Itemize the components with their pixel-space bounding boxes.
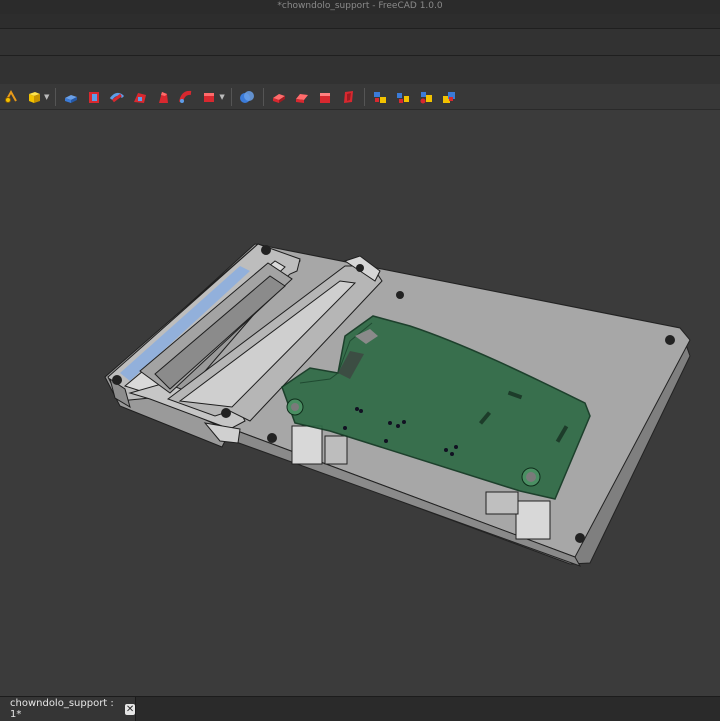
fillet-icon[interactable] bbox=[270, 88, 288, 106]
chevron-down-icon[interactable]: ▼ bbox=[44, 93, 49, 101]
toolbar-separator bbox=[363, 87, 365, 106]
close-icon[interactable]: ✕ bbox=[125, 703, 135, 715]
toolbar-row-empty-2 bbox=[0, 56, 720, 85]
toolbar-separator bbox=[230, 87, 232, 106]
toolbar-row-empty-1 bbox=[0, 29, 720, 56]
sweep-icon[interactable] bbox=[177, 88, 195, 106]
sketch-attach-icon[interactable] bbox=[2, 88, 20, 106]
window-title: *chowndolo_support - FreeCAD 1.0.0 bbox=[0, 0, 720, 14]
partdesign-toolbar: ▼ ▼ bbox=[0, 84, 720, 110]
chamfer-icon[interactable] bbox=[293, 88, 311, 106]
toolbar-separator bbox=[262, 87, 264, 106]
chevron-down-icon[interactable]: ▼ bbox=[219, 93, 224, 101]
status-bar: chowndolo_support : 1* ✕ bbox=[0, 696, 720, 721]
document-tab[interactable]: chowndolo_support : 1* ✕ bbox=[0, 697, 136, 721]
draft-icon[interactable] bbox=[316, 88, 334, 106]
model-view bbox=[104, 243, 691, 567]
revolve-icon[interactable] bbox=[108, 88, 126, 106]
loft-icon[interactable] bbox=[154, 88, 172, 106]
polar-pattern-icon[interactable] bbox=[417, 88, 435, 106]
pocket-icon[interactable] bbox=[85, 88, 103, 106]
toolbar-separator bbox=[55, 87, 57, 106]
groove-icon[interactable] bbox=[131, 88, 149, 106]
thickness-solid-icon[interactable] bbox=[200, 88, 218, 106]
thickness-icon[interactable] bbox=[339, 88, 357, 106]
document-tab-label: chowndolo_support : 1* bbox=[10, 698, 114, 720]
mirror-icon[interactable] bbox=[371, 88, 389, 106]
part-box-icon[interactable] bbox=[25, 88, 43, 106]
pad-icon[interactable] bbox=[62, 88, 80, 106]
boolean-icon[interactable] bbox=[238, 88, 256, 106]
multi-transform-icon[interactable] bbox=[440, 88, 458, 106]
linear-pattern-icon[interactable] bbox=[394, 88, 412, 106]
menu-bar bbox=[0, 14, 720, 29]
3d-viewport[interactable] bbox=[0, 111, 720, 696]
